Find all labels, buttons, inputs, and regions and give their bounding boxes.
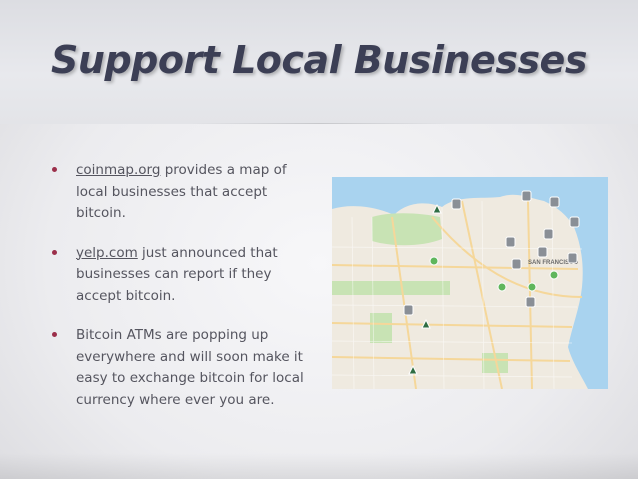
bullet-dot-icon bbox=[52, 332, 57, 337]
bullet-text: Bitcoin ATMs are popping up everywhere a… bbox=[76, 325, 320, 411]
map-marker-icon[interactable] bbox=[569, 216, 580, 228]
map-cluster-icon[interactable] bbox=[497, 282, 507, 292]
bullet-list: coinmap.org provides a map of local busi… bbox=[50, 160, 320, 429]
map-marker-icon[interactable] bbox=[543, 228, 554, 240]
map-marker-icon[interactable] bbox=[505, 236, 516, 248]
slide-footer bbox=[0, 453, 638, 479]
map-marker-icon[interactable] bbox=[549, 196, 560, 208]
map-marker-icon[interactable] bbox=[537, 246, 548, 258]
business-map[interactable]: SAN FRANCISCO bbox=[332, 177, 608, 389]
bullet-item-coinmap: coinmap.org provides a map of local busi… bbox=[50, 160, 320, 225]
map-marker-icon[interactable] bbox=[451, 198, 462, 210]
map-cluster-icon[interactable] bbox=[429, 256, 439, 266]
map-cluster-icon[interactable] bbox=[549, 270, 559, 280]
presidio-park bbox=[372, 213, 442, 246]
bullet-text: yelp.com just announced that businesses … bbox=[76, 243, 320, 308]
golden-gate-park bbox=[332, 281, 450, 295]
bullet-item-atms: Bitcoin ATMs are popping up everywhere a… bbox=[50, 325, 320, 411]
map-marker-icon[interactable] bbox=[521, 190, 532, 202]
bullet-dot-icon bbox=[52, 167, 57, 172]
bullet-body: Bitcoin ATMs are popping up everywhere a… bbox=[76, 327, 304, 408]
map-canvas: SAN FRANCISCO bbox=[332, 177, 608, 389]
slide-title: Support Local Businesses bbox=[51, 38, 587, 82]
title-divider bbox=[190, 123, 448, 124]
bullet-item-yelp: yelp.com just announced that businesses … bbox=[50, 243, 320, 308]
coinmap-link[interactable]: coinmap.org bbox=[76, 162, 160, 178]
map-marker-icon[interactable] bbox=[511, 258, 522, 270]
yelp-link[interactable]: yelp.com bbox=[76, 245, 138, 261]
bullet-dot-icon bbox=[52, 249, 57, 255]
map-marker-icon[interactable] bbox=[567, 252, 578, 264]
map-marker-icon[interactable] bbox=[403, 304, 414, 316]
map-cluster-icon[interactable] bbox=[527, 282, 537, 292]
bullet-text: coinmap.org provides a map of local busi… bbox=[76, 160, 320, 225]
map-marker-icon[interactable] bbox=[525, 296, 536, 308]
